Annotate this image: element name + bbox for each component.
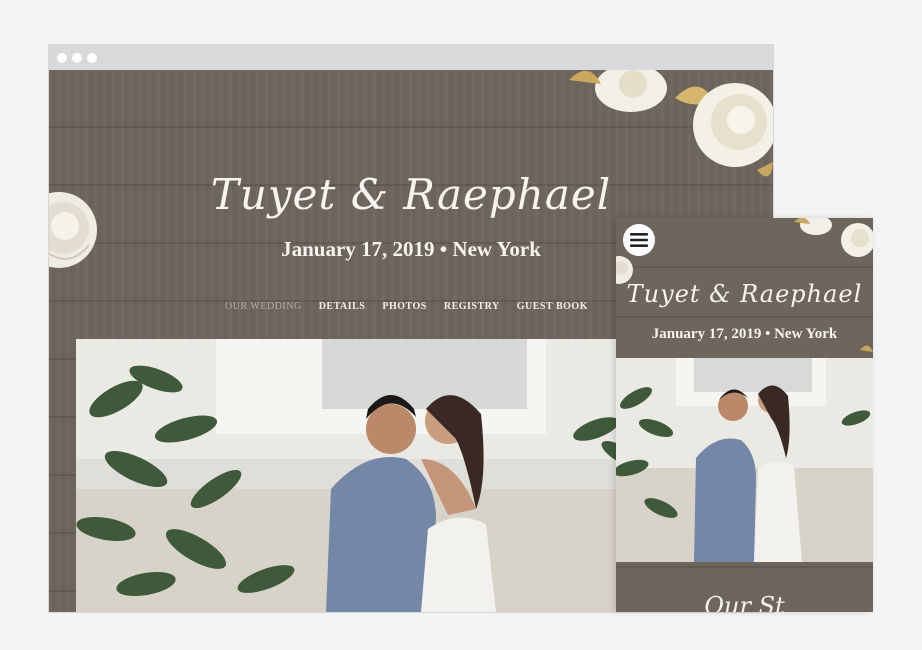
couple-photo-image	[76, 339, 643, 612]
window-dot-icon	[87, 53, 97, 63]
mobile-couple-photo-image	[616, 358, 873, 562]
mobile-date-location: January 17, 2019 • New York	[651, 326, 838, 342]
main-navigation: OUR WEDDING DETAILS PHOTOS REGISTRY GUES…	[225, 301, 588, 312]
mobile-hero-photo	[616, 358, 873, 562]
hamburger-menu-button[interactable]	[623, 224, 655, 256]
mobile-preview-frame: Tuyet & Raephael January 17, 2019 • New …	[616, 218, 873, 612]
nav-photos[interactable]: PHOTOS	[382, 301, 427, 312]
couple-names-heading: Tuyet & Raephael	[210, 170, 612, 219]
mobile-couple-names: Tuyet & Raephael	[626, 280, 863, 308]
nav-registry[interactable]: REGISTRY	[444, 301, 500, 312]
window-dot-icon	[72, 53, 82, 63]
nav-guest-book[interactable]: GUEST BOOK	[517, 301, 588, 312]
nav-our-wedding[interactable]: OUR WEDDING	[225, 301, 302, 312]
mobile-next-section-heading: Our St	[704, 592, 785, 612]
hamburger-menu-icon	[630, 233, 648, 247]
nav-details[interactable]: DETAILS	[319, 301, 366, 312]
window-dot-icon	[57, 53, 67, 63]
browser-title-bar	[49, 45, 773, 70]
hero-photo	[76, 339, 643, 612]
